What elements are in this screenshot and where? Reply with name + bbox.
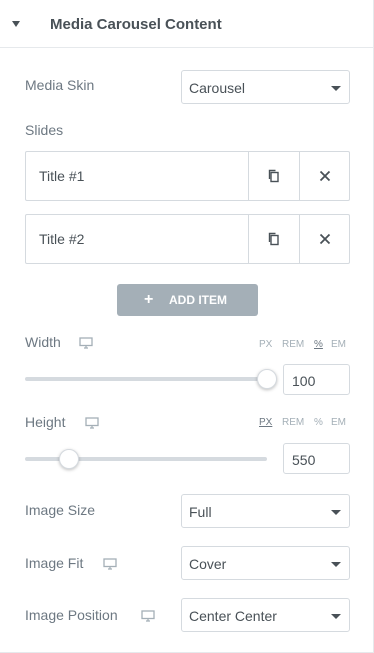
width-label: Width [25,334,61,350]
height-value: 550 [292,452,316,468]
monitor-icon[interactable] [85,417,99,429]
width-input[interactable]: 100 [283,364,350,395]
slide-title[interactable]: Title #1 [39,168,84,184]
section-title: Media Carousel Content [50,16,222,33]
width-slider-track[interactable] [25,377,267,381]
slide-item[interactable]: Title #2 [25,214,350,264]
unit-px[interactable]: PX [259,339,272,350]
close-icon [319,170,331,182]
monitor-icon[interactable] [79,337,93,349]
slide-title[interactable]: Title #2 [39,231,84,247]
image-size-select[interactable]: Full [181,494,350,528]
add-item-button[interactable]: + ADD ITEM [117,284,258,316]
unit-rem[interactable]: REM [282,339,304,350]
add-item-label: ADD ITEM [169,293,227,307]
remove-button[interactable] [299,215,350,263]
chevron-down-icon [331,86,341,91]
copy-icon [268,232,279,246]
unit-em[interactable]: EM [331,417,346,428]
monitor-icon[interactable] [141,610,155,622]
image-fit-label: Image Fit [25,555,84,571]
media-skin-select[interactable]: Carousel [181,70,350,104]
image-position-value: Center Center [189,608,277,624]
image-size-label: Image Size [25,502,96,518]
media-skin-label: Media Skin [25,77,95,93]
media-skin-value: Carousel [189,80,246,96]
image-position-select[interactable]: Center Center [181,598,350,632]
unit-percent[interactable]: % [314,417,323,428]
section-header[interactable]: Media Carousel Content [0,0,373,48]
duplicate-button[interactable] [248,215,299,263]
plus-icon: + [144,291,154,308]
height-input[interactable]: 550 [283,443,350,474]
monitor-icon[interactable] [103,558,117,570]
unit-em[interactable]: EM [331,339,346,350]
height-unit-switcher: PX REM % EM [259,417,349,429]
image-fit-value: Cover [189,556,227,572]
image-size-value: Full [189,504,212,520]
close-icon [319,233,331,245]
chevron-down-icon [331,510,341,515]
slide-item[interactable]: Title #1 [25,151,350,201]
remove-button[interactable] [299,152,350,200]
image-fit-select[interactable]: Cover [181,546,350,580]
chevron-down-icon [331,614,341,619]
duplicate-button[interactable] [248,152,299,200]
height-slider-handle[interactable] [58,449,79,469]
width-slider-handle[interactable] [257,369,277,389]
height-label: Height [25,414,66,430]
copy-icon [268,169,279,183]
caret-down-icon [12,21,20,27]
width-unit-switcher: PX REM % EM [259,339,349,351]
width-value: 100 [292,373,316,389]
slides-label: Slides [25,122,64,138]
unit-percent[interactable]: % [314,339,323,350]
image-position-label: Image Position [25,607,118,623]
unit-rem[interactable]: REM [282,417,304,428]
unit-px[interactable]: PX [259,417,272,428]
controls-panel: Media Carousel Content Media Skin Carous… [0,0,374,653]
chevron-down-icon [331,562,341,567]
